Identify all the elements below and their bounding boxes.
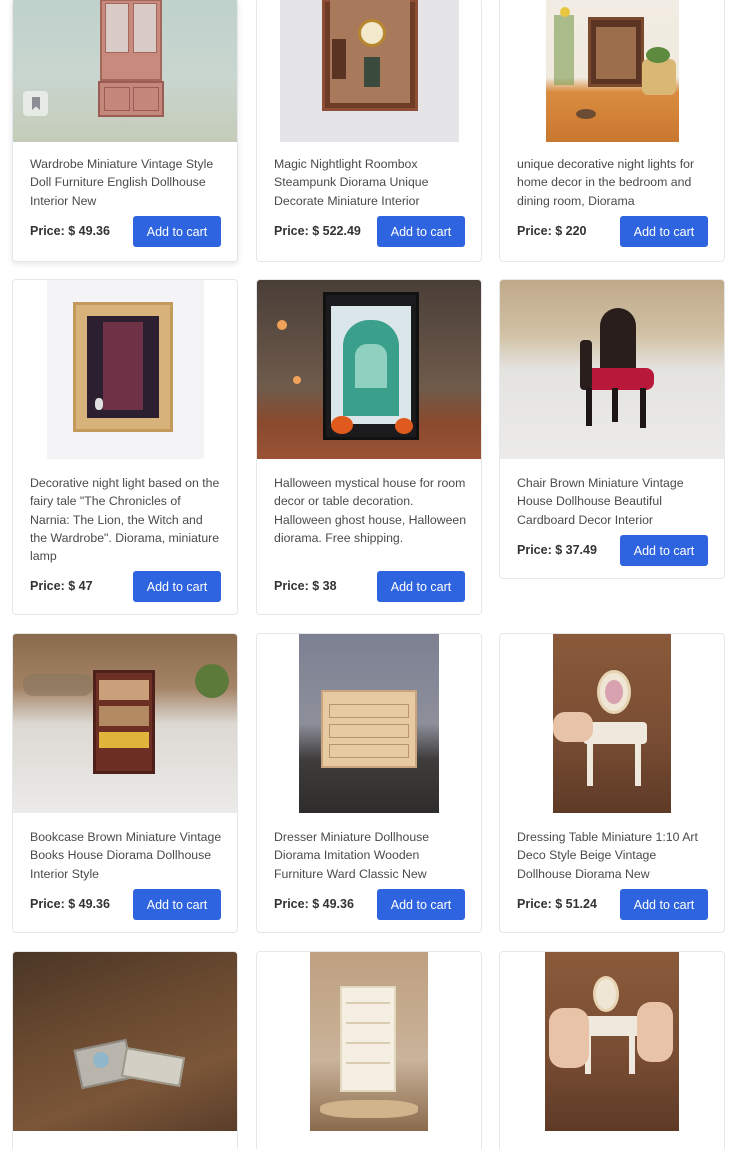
product-image[interactable]	[13, 280, 237, 459]
product-image[interactable]	[13, 634, 237, 813]
bookmark-icon	[31, 97, 40, 110]
add-to-cart-button[interactable]: Add to cart	[620, 216, 708, 247]
product-price: Price: $ 49.36	[30, 224, 110, 238]
product-title[interactable]: Dressing Table Miniature 1:10 Art Deco S…	[517, 828, 710, 884]
product-image[interactable]	[257, 0, 481, 142]
product-title[interactable]: unique decorative night lights for home …	[517, 155, 710, 211]
product-price: Price: $ 220	[517, 224, 587, 238]
add-to-cart-button[interactable]: Add to cart	[133, 571, 221, 602]
product-title[interactable]: Chair Brown Miniature Vintage House Doll…	[517, 474, 710, 530]
product-image[interactable]	[257, 280, 481, 459]
add-to-cart-button[interactable]: Add to cart	[620, 535, 708, 566]
product-grid: Wardrobe Miniature Vintage Style Doll Fu…	[0, 0, 754, 1149]
add-to-cart-button[interactable]: Add to cart	[133, 216, 221, 247]
add-to-cart-button[interactable]: Add to cart	[377, 889, 465, 920]
product-title[interactable]: Dresser Miniature Dollhouse Diorama Imit…	[274, 828, 467, 884]
product-card	[12, 951, 238, 1149]
add-to-cart-button[interactable]: Add to cart	[377, 571, 465, 602]
product-price: Price: $ 47	[30, 579, 93, 593]
product-image[interactable]	[13, 952, 237, 1131]
product-card: Dressing Table Miniature 1:10 Art Deco S…	[499, 633, 725, 933]
product-price: Price: $ 522.49	[274, 224, 361, 238]
product-title[interactable]: Magic Nightlight Roombox Steampunk Diora…	[274, 155, 467, 211]
product-card: Chair Brown Miniature Vintage House Doll…	[499, 279, 725, 579]
product-price: Price: $ 51.24	[517, 897, 597, 911]
product-title[interactable]: Halloween mystical house for room decor …	[274, 474, 467, 566]
add-to-cart-button[interactable]: Add to cart	[377, 216, 465, 247]
add-to-cart-button[interactable]: Add to cart	[620, 889, 708, 920]
product-card	[256, 951, 482, 1149]
product-title[interactable]: Decorative night light based on the fair…	[30, 474, 223, 566]
product-price: Price: $ 37.49	[517, 543, 597, 557]
add-to-cart-button[interactable]: Add to cart	[133, 889, 221, 920]
product-card: Wardrobe Miniature Vintage Style Doll Fu…	[12, 0, 238, 262]
product-image[interactable]	[13, 0, 237, 142]
bookmark-button[interactable]	[23, 91, 48, 116]
product-card: Dresser Miniature Dollhouse Diorama Imit…	[256, 633, 482, 933]
product-title[interactable]: Wardrobe Miniature Vintage Style Doll Fu…	[30, 155, 223, 211]
product-card: Halloween mystical house for room decor …	[256, 279, 482, 615]
product-image[interactable]	[257, 634, 481, 813]
product-image[interactable]	[500, 0, 724, 142]
product-image[interactable]	[500, 952, 724, 1131]
product-image[interactable]	[500, 634, 724, 813]
product-card: Bookcase Brown Miniature Vintage Books H…	[12, 633, 238, 933]
product-card	[499, 951, 725, 1149]
product-image[interactable]	[500, 280, 724, 459]
product-price: Price: $ 38	[274, 579, 337, 593]
product-card: Magic Nightlight Roombox Steampunk Diora…	[256, 0, 482, 262]
product-image[interactable]	[257, 952, 481, 1131]
product-card: unique decorative night lights for home …	[499, 0, 725, 262]
product-card: Decorative night light based on the fair…	[12, 279, 238, 615]
product-price: Price: $ 49.36	[274, 897, 354, 911]
product-title[interactable]: Bookcase Brown Miniature Vintage Books H…	[30, 828, 223, 884]
product-price: Price: $ 49.36	[30, 897, 110, 911]
